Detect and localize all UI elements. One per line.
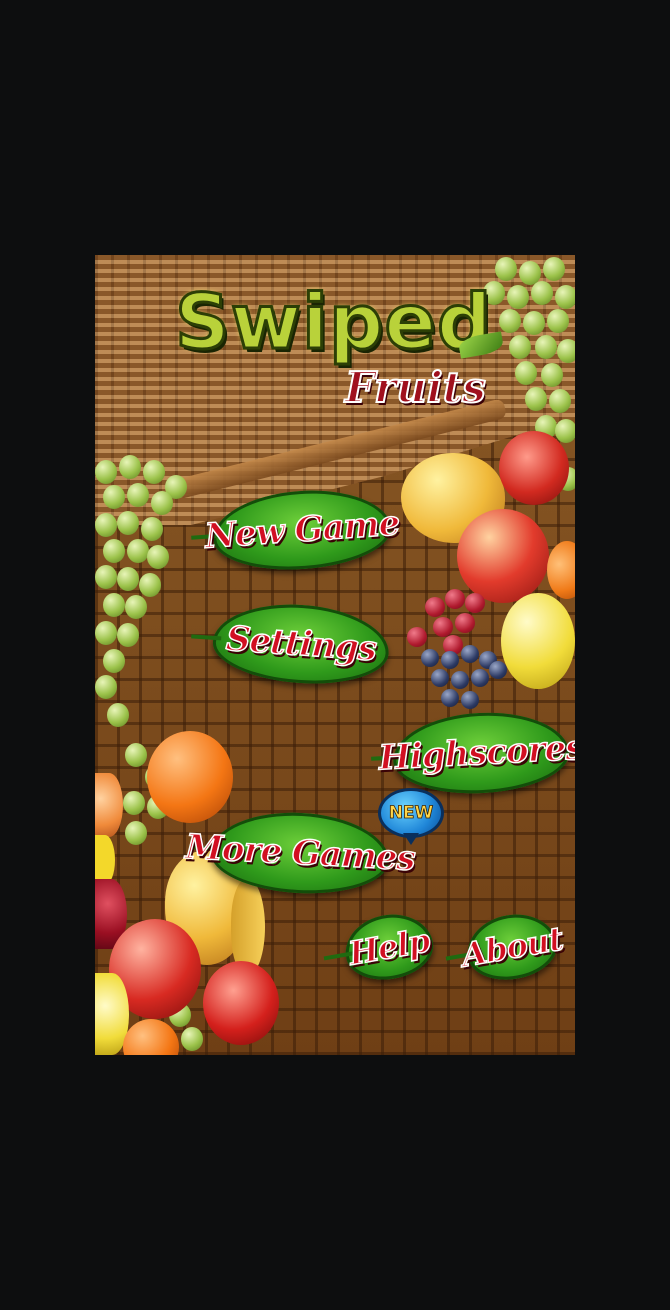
highscores-button[interactable]: Highscores bbox=[377, 708, 575, 798]
new-game-label: New Game bbox=[203, 503, 401, 558]
about-label: About bbox=[458, 919, 566, 976]
logo-title-fruits: Fruits bbox=[344, 362, 487, 413]
lemon-edge-left bbox=[95, 835, 115, 885]
help-label: Help bbox=[345, 920, 433, 973]
red-apple-bottom bbox=[203, 961, 279, 1045]
peach-right bbox=[457, 509, 549, 603]
logo-title-swiped: Swiped bbox=[173, 276, 493, 368]
about-button[interactable]: About bbox=[458, 907, 566, 987]
new-badge-label: NEW bbox=[388, 803, 434, 824]
settings-label: Settings bbox=[224, 618, 378, 670]
game-screen: Swiped Fruits New Game Settings Highscor… bbox=[95, 255, 575, 1055]
yellow-apple-right bbox=[501, 593, 575, 689]
help-button[interactable]: Help bbox=[340, 907, 438, 987]
peach-edge-left bbox=[95, 773, 123, 837]
apple-red-top bbox=[499, 431, 569, 505]
highscores-label: Highscores bbox=[377, 727, 575, 779]
settings-button[interactable]: Settings bbox=[210, 598, 392, 690]
new-badge: NEW bbox=[378, 788, 444, 845]
orange-left bbox=[147, 731, 233, 823]
orange-bottom bbox=[123, 1019, 179, 1055]
orange-edge-right bbox=[547, 541, 575, 599]
